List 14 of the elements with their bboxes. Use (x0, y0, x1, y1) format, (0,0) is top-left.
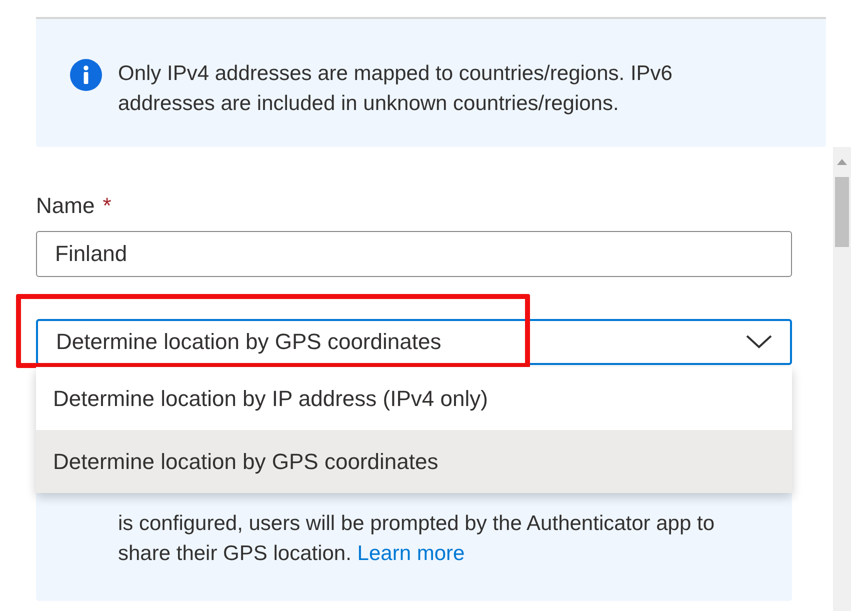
info-text: is configured, users will be prompted by the Authenticator app to share their GPS location. Learn more (118, 511, 716, 567)
info-text: Only IPv4 addresses are mapped to countries/regions. IPv6 addresses are included in unknown countries/regions. (118, 61, 674, 117)
scrollbar[interactable] (833, 147, 851, 611)
location-dropdown[interactable]: Determine location by GPS coordinates (36, 319, 792, 365)
dropdown-option[interactable]: Determine location by IP address (IPv4 only) (36, 367, 792, 430)
scrollbar-thumb[interactable] (835, 177, 849, 247)
learn-more-link[interactable]: Learn more (357, 542, 465, 565)
info-icon (70, 59, 102, 91)
up-arrow-icon (837, 159, 847, 165)
chevron-down-icon (746, 335, 772, 349)
name-input[interactable]: Finland (36, 231, 792, 277)
required-mark: * (102, 192, 112, 220)
field-label: Name (36, 192, 95, 220)
dropdown-option[interactable]: Determine location by GPS coordinates (36, 430, 792, 493)
